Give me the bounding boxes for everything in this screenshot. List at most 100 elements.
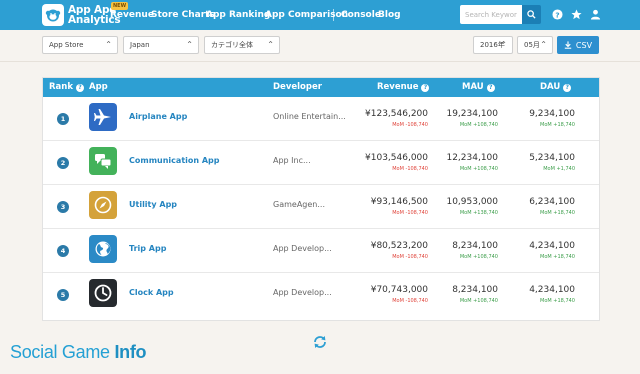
logo-mark-icon — [42, 4, 64, 26]
chevron-down-icon: ⌃ — [105, 40, 112, 49]
mau-value: 8,234,100 — [452, 285, 498, 295]
ranking-table: Rank? App Developer Revenue? MAU? DAU? 1… — [42, 77, 600, 321]
chevron-down-icon: ⌃ — [186, 40, 193, 49]
header-mau[interactable]: MAU? — [462, 82, 495, 92]
search-button[interactable] — [522, 5, 541, 24]
chevron-down-icon: ⌃ — [540, 40, 547, 49]
mau-value: 12,234,100 — [446, 153, 498, 163]
revenue-value: ¥123,546,200 — [365, 109, 428, 119]
new-badge: NEW — [111, 2, 129, 10]
table-row[interactable]: 4 Trip App App Develop... ¥80,523,200 Mo… — [43, 229, 599, 273]
developer-name: App Inc... — [273, 156, 311, 165]
csv-download-button[interactable]: CSV — [557, 36, 599, 54]
mau-mom: MoM +108,740 — [459, 298, 498, 304]
mau-value: 19,234,100 — [446, 109, 498, 119]
mau-value: 8,234,100 — [452, 241, 498, 251]
category-select-value: カテゴリ全体 — [211, 41, 253, 49]
app-name-link[interactable]: Airplane App — [129, 112, 187, 121]
developer-name: GameAgen... — [273, 200, 325, 209]
chevron-down-icon: ⌃ — [500, 40, 507, 49]
dau-mom: MoM +18,740 — [540, 254, 575, 260]
month-select[interactable]: 05月 ⌃ — [517, 36, 553, 54]
app-name-link[interactable]: Communication App — [129, 156, 220, 165]
table-row[interactable]: 5 Clock App App Develop... ¥70,743,000 M… — [43, 273, 599, 317]
header-dau[interactable]: DAU? — [540, 82, 572, 92]
revenue-mom: MoM -108,740 — [392, 210, 428, 216]
header-revenue[interactable]: Revenue? — [377, 82, 430, 92]
filter-divider — [0, 61, 640, 62]
airplane-icon[interactable] — [89, 103, 117, 131]
chat-icon[interactable] — [89, 147, 117, 175]
star-icon — [571, 9, 582, 20]
refresh-button[interactable] — [312, 334, 328, 350]
revenue-mom: MoM -108,740 — [392, 122, 428, 128]
rank-badge: 4 — [57, 245, 69, 257]
csv-label: CSV — [575, 40, 593, 50]
developer-name: App Develop... — [273, 288, 332, 297]
dau-mom: MoM +18,740 — [540, 122, 575, 128]
app-name-link[interactable]: Clock App — [129, 288, 174, 297]
revenue-mom: MoM -108,740 — [392, 254, 428, 260]
nav-console[interactable]: Console — [341, 10, 381, 20]
help-icon[interactable]: ? — [76, 84, 84, 92]
rank-badge: 3 — [57, 201, 69, 213]
mau-mom: MoM +108,740 — [459, 122, 498, 128]
dau-mom: MoM +18,740 — [540, 210, 575, 216]
dau-mom: MoM +18,740 — [540, 298, 575, 304]
developer-name: App Develop... — [273, 244, 332, 253]
user-icon — [590, 9, 601, 20]
store-select-value: App Store — [49, 41, 84, 49]
revenue-value: ¥103,546,000 — [365, 153, 428, 163]
help-icon[interactable]: ? — [421, 84, 430, 92]
compass-icon[interactable] — [89, 191, 117, 219]
table-header: Rank? App Developer Revenue? MAU? DAU? — [43, 78, 599, 97]
help-icon[interactable]: ? — [563, 84, 572, 92]
developer-name: Online Entertain... — [273, 112, 346, 121]
store-select[interactable]: App Store ⌃ — [42, 36, 118, 54]
top-navbar: App Ape Analytics NEW Revenue Store Char… — [0, 0, 640, 30]
header-rank[interactable]: Rank? — [49, 82, 84, 92]
nav-blog[interactable]: Blog — [378, 10, 401, 20]
mau-mom: MoM +138,740 — [459, 210, 498, 216]
table-row[interactable]: 2 Communication App App Inc... ¥103,546,… — [43, 141, 599, 185]
month-select-value: 05月 — [524, 41, 540, 49]
download-icon — [564, 41, 572, 49]
rank-badge: 5 — [57, 289, 69, 301]
account-button[interactable] — [589, 8, 602, 21]
help-icon[interactable]: ? — [486, 84, 495, 92]
category-select[interactable]: カテゴリ全体 ⌃ — [204, 36, 280, 54]
header-developer: Developer — [273, 82, 322, 92]
dau-value: 6,234,100 — [529, 197, 575, 207]
app-ape-logo[interactable]: App Ape Analytics — [42, 4, 121, 26]
table-row[interactable]: 1 Airplane App Online Entertain... ¥123,… — [43, 97, 599, 141]
dau-value: 5,234,100 — [529, 153, 575, 163]
globe-icon[interactable] — [89, 235, 117, 263]
social-game-info-watermark: Social Game Info — [10, 342, 147, 362]
revenue-value: ¥93,146,500 — [370, 197, 428, 207]
mau-mom: MoM +108,740 — [459, 166, 498, 172]
revenue-mom: MoM -108,740 — [392, 166, 428, 172]
search-input[interactable] — [460, 5, 522, 24]
year-select[interactable]: 2016年 ⌃ — [473, 36, 513, 54]
search-icon — [527, 10, 536, 19]
clock-icon[interactable] — [89, 279, 117, 307]
nav-divider — [333, 9, 334, 21]
dau-value: 4,234,100 — [529, 241, 575, 251]
mau-mom: MoM +108,740 — [459, 254, 498, 260]
app-name-link[interactable]: Utility App — [129, 200, 177, 209]
favorites-button[interactable] — [570, 8, 583, 21]
country-select-value: Japan — [130, 41, 150, 49]
revenue-mom: MoM -108,740 — [392, 298, 428, 304]
dau-value: 9,234,100 — [529, 109, 575, 119]
nav-app-ranking[interactable]: App Ranking — [206, 10, 270, 20]
mau-value: 10,953,000 — [446, 197, 498, 207]
app-name-link[interactable]: Trip App — [129, 244, 166, 253]
rank-badge: 2 — [57, 157, 69, 169]
refresh-icon — [314, 336, 326, 348]
rank-badge: 1 — [57, 113, 69, 125]
country-select[interactable]: Japan ⌃ — [123, 36, 199, 54]
table-row[interactable]: 3 Utility App GameAgen... ¥93,146,500 Mo… — [43, 185, 599, 229]
nav-app-comparison[interactable]: App Comparison — [265, 10, 348, 20]
help-button[interactable]: ? — [551, 8, 564, 21]
nav-revenue[interactable]: Revenue — [110, 10, 154, 20]
